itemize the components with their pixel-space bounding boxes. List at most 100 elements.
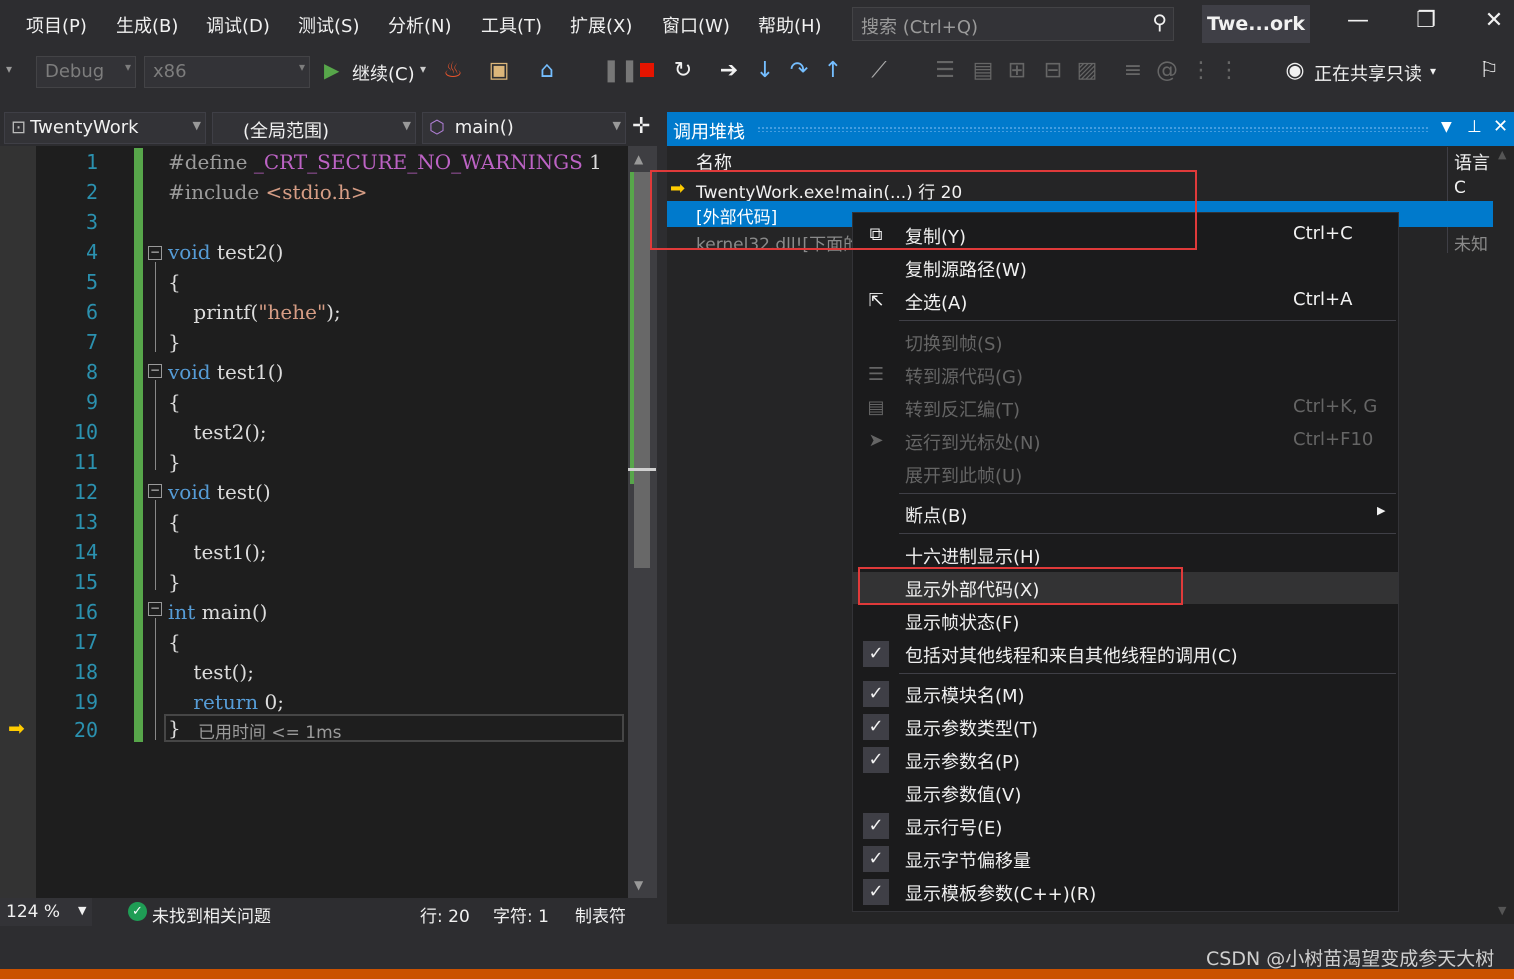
collapse-icon[interactable]: − — [148, 364, 162, 378]
step-into-icon[interactable]: ↓ — [752, 58, 778, 83]
bookmark-icon[interactable]: @ — [1154, 58, 1180, 83]
restore-button[interactable]: ❐ — [1406, 8, 1446, 42]
menu-item-show-line-numbers[interactable]: ✓ 显示行号(E) — [853, 810, 1398, 842]
step-out-icon[interactable]: ↑ — [820, 58, 846, 83]
continue-play-icon[interactable]: ▶ — [324, 58, 339, 82]
code-line: return 0; — [168, 690, 285, 714]
collapse-icon[interactable]: − — [148, 484, 162, 498]
frame-language: 未知 — [1454, 235, 1488, 254]
live-share-button[interactable]: 正在共享只读 — [1314, 60, 1422, 86]
menu-item-show-param-names[interactable]: ✓ 显示参数名(P) — [853, 744, 1398, 776]
format-icon[interactable]: ⋮ — [1188, 58, 1214, 83]
line-number: 16 — [73, 600, 98, 624]
zoom-select[interactable]: 124 % ▼ — [0, 898, 92, 926]
toolbar-overflow-icon[interactable]: ▾ — [6, 62, 12, 76]
config-select[interactable]: Debug ▾ — [36, 56, 136, 88]
code-line: int main() — [168, 600, 268, 624]
image-icon[interactable]: ▨ — [1074, 58, 1100, 83]
menu-separator — [899, 493, 1396, 494]
menu-window[interactable]: 窗口(W) — [662, 12, 730, 38]
live-share-icon[interactable]: ◉ — [1282, 58, 1308, 83]
hierarchy-icon[interactable]: ⊞ — [1004, 58, 1030, 83]
flow-icon[interactable]: ⊟ — [1040, 58, 1066, 83]
chevron-down-icon[interactable]: ▾ — [420, 62, 426, 76]
checkmark-icon: ✓ — [863, 681, 889, 707]
callstack-title-bar[interactable]: 调用堆栈 ▼ ⊥ ✕ — [667, 112, 1514, 146]
current-statement-arrow-icon: ➡ — [8, 716, 25, 740]
solution-title: Twe...ork — [1202, 5, 1310, 43]
show-next-statement-icon[interactable]: ➔ — [716, 58, 742, 83]
chevron-down-icon[interactable]: ▾ — [1430, 64, 1436, 78]
feedback-icon[interactable]: ⚐ — [1476, 58, 1502, 83]
collapse-icon[interactable]: − — [148, 602, 162, 616]
stop-icon[interactable] — [640, 63, 654, 77]
menu-item-copy-source-path[interactable]: 复制源路径(W) — [853, 252, 1398, 284]
scope-dropdown[interactable]: (全局范围) ▼ — [212, 112, 416, 144]
menu-item-show-byte-offset[interactable]: ✓ 显示字节偏移量 — [853, 843, 1398, 875]
list-icon[interactable]: ☰ — [932, 58, 958, 83]
menu-item-show-frame-status[interactable]: 显示帧状态(F) — [853, 605, 1398, 637]
menu-item-breakpoint[interactable]: 断点(B) ▶ — [853, 498, 1398, 530]
collapse-icon[interactable]: − — [148, 246, 162, 260]
close-icon[interactable]: ✕ — [1493, 116, 1508, 137]
issues-status[interactable]: 未找到相关问题 — [152, 902, 271, 927]
check-circle-icon: ✓ — [128, 902, 147, 921]
checkmark-icon: ✓ — [863, 641, 889, 667]
perf-tip[interactable]: 已用时间 <= 1ms — [198, 718, 342, 743]
menu-item-select-all[interactable]: ⇱ 全选(A) Ctrl+A — [853, 285, 1398, 317]
menu-build[interactable]: 生成(B) — [116, 12, 178, 38]
menu-debug[interactable]: 调试(D) — [206, 12, 270, 38]
scroll-down-icon[interactable]: ▼ — [634, 878, 643, 892]
scroll-up-icon[interactable]: ▲ — [634, 152, 643, 166]
menu-item-show-param-types[interactable]: ✓ 显示参数类型(T) — [853, 711, 1398, 743]
scroll-up-icon[interactable]: ▲ — [1498, 148, 1506, 161]
member-dropdown-value: main() — [454, 117, 514, 138]
pause-icon[interactable]: ❚❚ — [602, 58, 639, 83]
line-number: 5 — [85, 270, 98, 294]
scrollbar-thumb[interactable] — [634, 172, 650, 568]
checkmark-icon: ✓ — [863, 846, 889, 872]
document-icon[interactable]: ▤ — [970, 58, 996, 83]
search-placeholder: 搜索 (Ctrl+Q) — [861, 17, 979, 38]
column-language-header[interactable]: 语言 — [1454, 149, 1490, 175]
split-editor-icon[interactable]: ✛ — [632, 114, 650, 139]
context-menu: ⧉ 复制(Y) Ctrl+C 复制源路径(W) ⇱ 全选(A) Ctrl+A 切… — [852, 212, 1399, 912]
menu-item-show-module-names[interactable]: ✓ 显示模块名(M) — [853, 678, 1398, 710]
search-input[interactable]: 搜索 (Ctrl+Q) ⚲ — [852, 7, 1174, 41]
continue-button[interactable]: 继续(C) — [352, 60, 415, 86]
menu-analyze[interactable]: 分析(N) — [388, 12, 452, 38]
open-folder-icon[interactable]: ▣ — [486, 58, 512, 83]
indicator-margin[interactable] — [0, 146, 36, 898]
code-line: { — [168, 270, 181, 294]
line-status[interactable]: 行: 20 — [420, 902, 470, 927]
minimize-button[interactable]: — — [1338, 8, 1378, 42]
tab-status[interactable]: 制表符 — [575, 902, 626, 927]
menu-project[interactable]: 项目(P) — [26, 12, 87, 38]
menu-test[interactable]: 测试(S) — [298, 12, 359, 38]
format-icon[interactable]: ⋮ — [1216, 58, 1242, 83]
platform-select[interactable]: x86 ▾ — [144, 56, 310, 88]
code-line: printf("hehe"); — [168, 300, 341, 324]
hot-reload-icon[interactable]: ♨ — [440, 58, 466, 83]
step-over-icon[interactable]: ↷ — [786, 58, 812, 83]
panel-menu-icon[interactable]: ▼ — [1441, 119, 1452, 135]
restart-icon[interactable]: ↻ — [670, 58, 696, 83]
app-home-icon[interactable]: ⌂ — [534, 58, 560, 83]
menu-tools[interactable]: 工具(T) — [481, 12, 542, 38]
hex-display-icon[interactable]: ⟋ — [866, 58, 892, 83]
comment-icon[interactable]: ≡ — [1120, 58, 1146, 83]
project-dropdown[interactable]: ⊡ TwentyWork ▼ — [4, 112, 206, 144]
zoom-value: 124 % — [6, 902, 61, 922]
member-dropdown[interactable]: ⬡ main() ▼ — [422, 112, 626, 144]
pin-icon[interactable]: ⊥ — [1467, 117, 1482, 137]
menu-item-show-param-values[interactable]: 显示参数值(V) — [853, 777, 1398, 809]
close-window-button[interactable]: ✕ — [1474, 8, 1514, 42]
scroll-down-icon[interactable]: ▼ — [1498, 904, 1506, 917]
chevron-down-icon: ▾ — [124, 60, 131, 74]
menu-extensions[interactable]: 扩展(X) — [570, 12, 632, 38]
menu-help[interactable]: 帮助(H) — [758, 12, 822, 38]
menu-item-include-thread-calls[interactable]: ✓ 包括对其他线程和来自其他线程的调用(C) — [853, 638, 1398, 670]
submenu-arrow-icon: ▶ — [1377, 504, 1386, 517]
char-status[interactable]: 字符: 1 — [493, 902, 549, 927]
menu-item-show-template-params[interactable]: ✓ 显示模板参数(C++)(R) — [853, 876, 1398, 908]
